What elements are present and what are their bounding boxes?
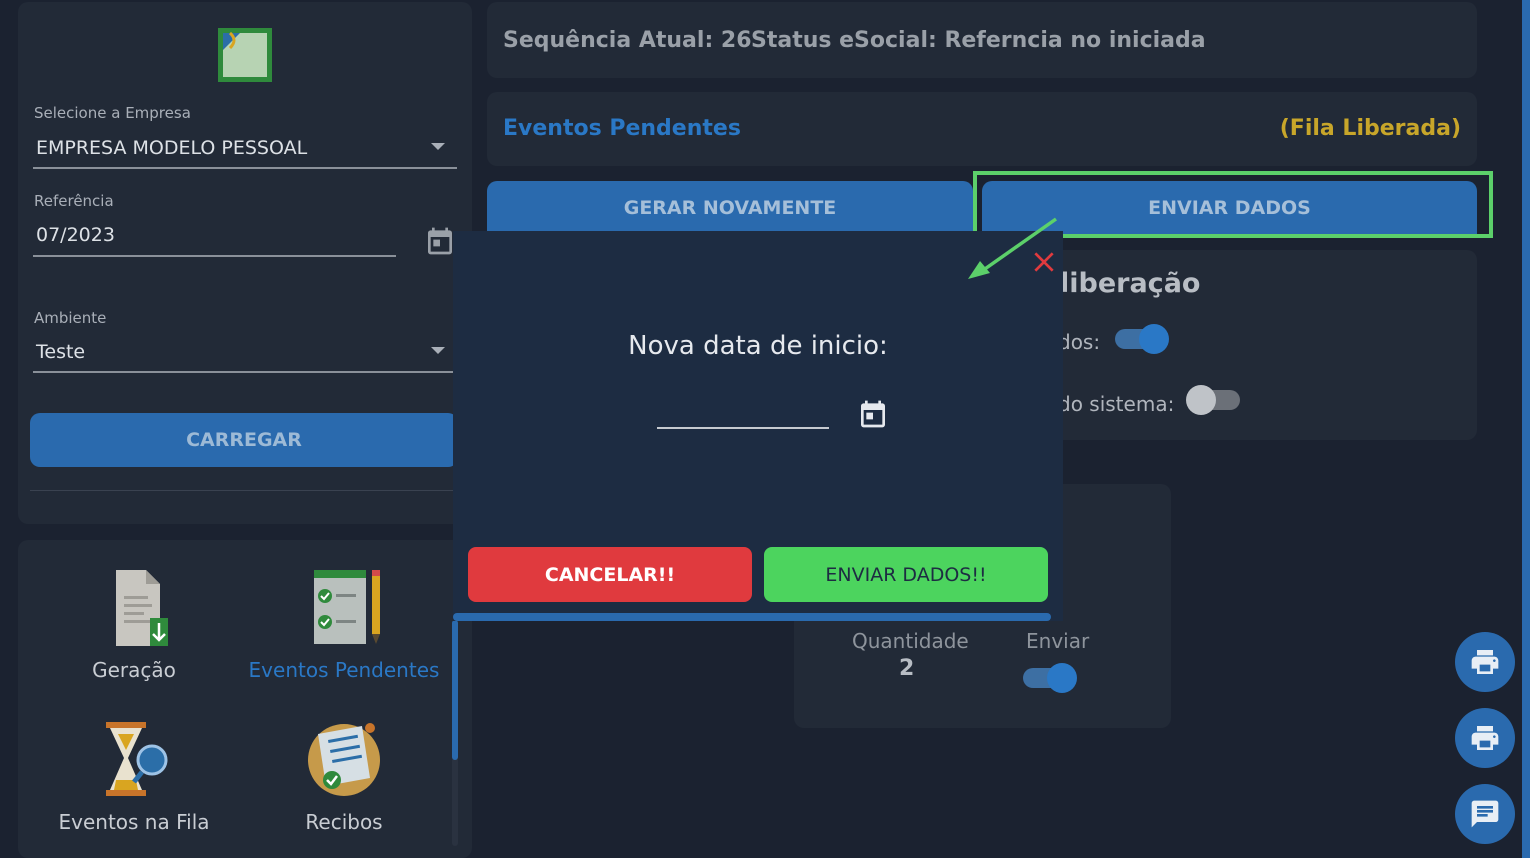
modal-title: Nova data de inicio: xyxy=(628,331,888,361)
menu-item-eventos-pendentes[interactable]: Eventos Pendentes xyxy=(234,568,454,682)
menu-label-eventos-pendentes: Eventos Pendentes xyxy=(248,658,440,682)
empresa-select[interactable]: EMPRESA MODELO PESSOAL xyxy=(36,137,307,159)
empresa-dropdown-icon[interactable] xyxy=(431,143,445,150)
eventos-header: Eventos Pendentes (Fila Liberada) xyxy=(487,92,1477,166)
enviar-toggle[interactable] xyxy=(1023,663,1077,693)
printer-icon xyxy=(1471,726,1499,750)
enviar-dados-confirm-button[interactable]: ENVIAR DADOS!! xyxy=(764,547,1048,602)
quantidade-value: 2 xyxy=(899,656,915,681)
liberacao-title: liberação xyxy=(1060,268,1201,299)
app-logo-icon xyxy=(218,28,272,82)
carregar-button[interactable]: CARREGAR xyxy=(30,413,458,467)
enviar-label: Enviar xyxy=(1026,629,1090,653)
nova-data-input[interactable] xyxy=(657,397,829,429)
cancelar-button[interactable]: CANCELAR!! xyxy=(468,547,752,602)
chat-button[interactable] xyxy=(1455,784,1515,844)
calendar-icon[interactable] xyxy=(857,397,889,431)
annotation-arrow-icon xyxy=(968,217,1058,279)
ambiente-dropdown-icon[interactable] xyxy=(431,347,445,354)
menu-label-eventos-fila: Eventos na Fila xyxy=(58,810,210,834)
ambiente-select[interactable]: Teste xyxy=(36,341,85,363)
config-row2-label: do sistema: xyxy=(1058,392,1175,416)
fila-status: (Fila Liberada) xyxy=(1279,116,1461,141)
calendar-icon[interactable] xyxy=(424,224,456,258)
ambiente-label: Ambiente xyxy=(34,309,107,327)
modal-scrollbar xyxy=(453,613,1051,621)
company-selection-panel: Selecione a Empresa EMPRESA MODELO PESSO… xyxy=(18,2,472,524)
quantidade-label: Quantidade xyxy=(852,629,969,653)
gerar-novamente-button[interactable]: GERAR NOVAMENTE xyxy=(487,181,973,235)
liberacao-panel: liberação dos: do sistema: xyxy=(1050,250,1477,440)
toggle-knob xyxy=(1139,324,1169,354)
menu-item-recibos[interactable]: Recibos xyxy=(234,720,454,834)
chat-icon xyxy=(1471,800,1499,828)
printer-icon xyxy=(1471,650,1499,674)
referencia-label: Referência xyxy=(34,192,114,210)
toggle-knob xyxy=(1186,385,1216,415)
referencia-underline xyxy=(33,255,396,257)
referencia-input[interactable]: 07/2023 xyxy=(36,224,115,246)
print-button-1[interactable] xyxy=(1455,632,1515,692)
eventos-title: Eventos Pendentes xyxy=(503,116,741,141)
menu-label-geracao: Geração xyxy=(92,658,176,682)
menu-label-recibos: Recibos xyxy=(305,810,383,834)
empresa-underline xyxy=(33,167,457,169)
ambiente-underline xyxy=(33,371,453,373)
empresa-label: Selecione a Empresa xyxy=(34,104,191,122)
menu-scroll-thumb[interactable] xyxy=(452,620,458,760)
config-row1-toggle[interactable] xyxy=(1115,324,1169,354)
hourglass-search-icon xyxy=(106,722,168,796)
sequencia-text: Sequência Atual: 26 xyxy=(503,28,752,53)
status-bar: Sequência Atual: 26 Status eSocial: Refe… xyxy=(487,2,1477,78)
divider xyxy=(30,490,458,491)
menu-item-geracao[interactable]: Geração xyxy=(24,568,244,682)
config-row1-label: dos: xyxy=(1058,330,1101,354)
menu-panel: Geração Eventos Pendentes Eventos na Fil… xyxy=(18,540,472,858)
menu-item-eventos-fila[interactable]: Eventos na Fila xyxy=(24,720,244,834)
config-row2-toggle[interactable] xyxy=(1186,385,1240,415)
esocial-status-text: Status eSocial: Refernciа no iniciada xyxy=(751,28,1206,53)
checklist-pencil-icon xyxy=(314,570,380,644)
toggle-knob xyxy=(1047,663,1077,693)
nova-data-modal: Nova data de inicio: CANCELAR!! ENVIAR D… xyxy=(453,231,1063,621)
print-button-2[interactable] xyxy=(1455,708,1515,768)
document-download-icon xyxy=(116,570,168,646)
receipt-check-icon xyxy=(308,723,380,796)
right-edge-bar xyxy=(1522,0,1530,858)
